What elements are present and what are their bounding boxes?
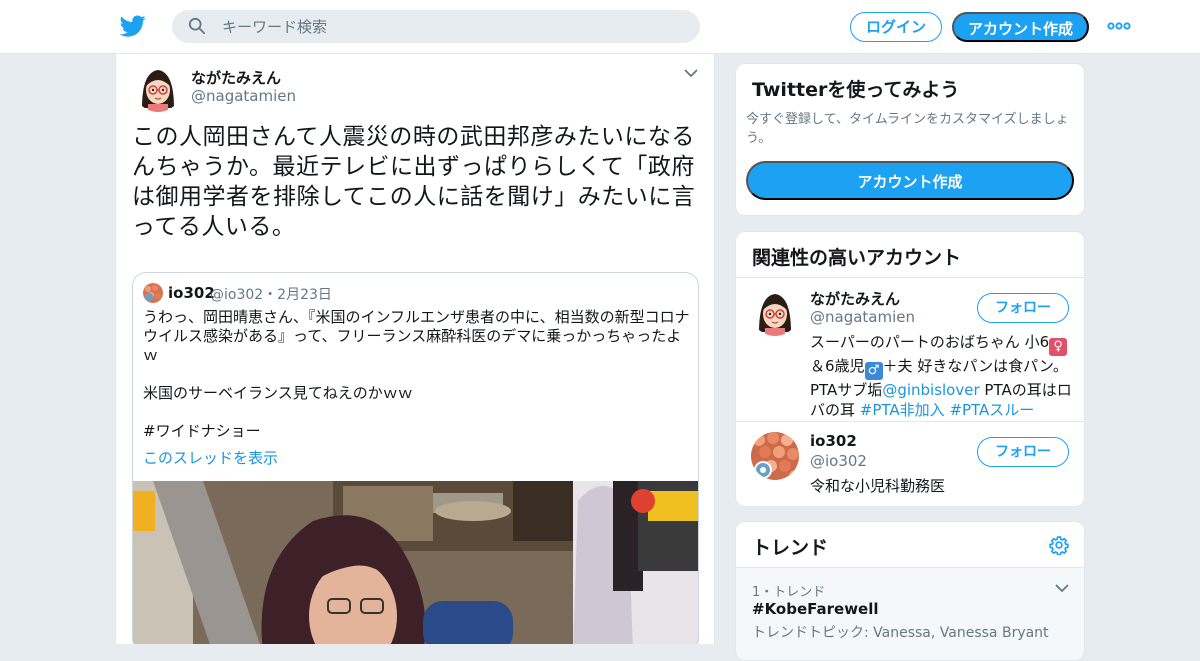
- account-handle[interactable]: @io302: [810, 452, 867, 470]
- account-bio: 令和な小児科勤務医: [810, 477, 946, 495]
- chevron-down-icon[interactable]: [684, 68, 698, 78]
- male-sign-icon: ♂: [864, 362, 883, 380]
- follow-button[interactable]: フォロー: [977, 293, 1069, 323]
- avatar[interactable]: [751, 288, 799, 336]
- login-button[interactable]: ログイン: [850, 12, 942, 42]
- search-icon: [188, 17, 206, 35]
- author-name[interactable]: ながたみえん: [191, 67, 281, 88]
- bio-hashtag-link[interactable]: #PTA非加入: [860, 401, 945, 419]
- top-navigation-bar: ログイン アカウント作成: [0, 0, 1200, 54]
- avatar[interactable]: [134, 64, 182, 112]
- trend-topic: トレンドトピック: Vanessa, Vanessa Bryant: [752, 625, 1049, 641]
- more-options-icon[interactable]: [1107, 19, 1131, 33]
- show-thread-link[interactable]: このスレッドを表示: [143, 447, 278, 468]
- author-handle[interactable]: @nagatamien: [191, 87, 296, 105]
- tweet-card: ながたみえん @nagatamien この人岡田さんて人震災の時の武田邦彦みたい…: [115, 54, 715, 644]
- female-sign-icon: ♀: [1049, 338, 1068, 356]
- related-accounts-title: 関連性の高いアカウント: [752, 247, 962, 269]
- twitter-bird-icon[interactable]: [120, 13, 146, 39]
- trends-module: トレンド 1・トレンド #KobeFarewell トレンドトピック: Vane…: [735, 521, 1085, 661]
- quote-text: うわっ、岡田晴恵さん、『米国のインフルエンザ患者の中に、相当数の新型コロナウイル…: [143, 308, 690, 440]
- bio-hashtag-link[interactable]: #PTAスルー: [949, 401, 1034, 419]
- account-name[interactable]: ながたみえん: [810, 288, 900, 309]
- trends-title: トレンド: [752, 537, 829, 559]
- chevron-down-icon[interactable]: [1055, 583, 1069, 593]
- quote-author-name: io302: [168, 284, 215, 302]
- signup-button-large[interactable]: アカウント作成: [746, 161, 1074, 200]
- quote-media-image[interactable]: [133, 481, 698, 644]
- bio-text: ＆6歳児: [810, 357, 865, 375]
- bio-text: スーパーのパートのおばちゃん 小6: [810, 333, 1050, 351]
- search-box: [172, 10, 700, 43]
- signup-button[interactable]: アカウント作成: [952, 12, 1089, 42]
- signup-module: Twitterを使ってみよう 今すぐ登録して、タイムラインをカスタマイズしましょ…: [735, 63, 1085, 216]
- trend-rank: 1・トレンド: [752, 585, 826, 600]
- tweet-text: この人岡田さんて人震災の時の武田邦彦みたいになるんちゃうか。最近テレビに出ずっぱ…: [132, 124, 696, 240]
- avatar[interactable]: [751, 432, 799, 480]
- trend-name[interactable]: #KobeFarewell: [752, 600, 879, 618]
- follow-button[interactable]: フォロー: [977, 437, 1069, 467]
- quote-avatar: [143, 283, 163, 303]
- signup-title: Twitterを使ってみよう: [752, 79, 960, 101]
- quoted-tweet[interactable]: io302 @io302・2月23日 うわっ、岡田晴恵さん、『米国のインフルエン…: [132, 272, 699, 644]
- quote-meta: @io302・2月23日: [210, 287, 332, 303]
- search-input[interactable]: [222, 10, 682, 43]
- related-account: io302 @io302 フォロー 令和な小児科勤務医: [736, 422, 1084, 506]
- related-accounts-module: 関連性の高いアカウント ながたみえん @nagatamien フォロー スーパー…: [735, 231, 1085, 507]
- bio-mention-link[interactable]: @ginbislover: [882, 381, 979, 399]
- gear-icon[interactable]: [1049, 535, 1069, 555]
- account-handle[interactable]: @nagatamien: [810, 308, 915, 326]
- account-name[interactable]: io302: [810, 432, 857, 450]
- related-account: ながたみえん @nagatamien フォロー スーパーのパートのおばちゃん 小…: [736, 278, 1084, 422]
- account-bio: スーパーのパートのおばちゃん 小6 ♀ ＆6歳児 ♂ ＋夫 好きなパンは食パン。PTA…: [810, 332, 1072, 420]
- signup-description: 今すぐ登録して、タイムラインをカスタマイズしましょう。: [746, 112, 1069, 146]
